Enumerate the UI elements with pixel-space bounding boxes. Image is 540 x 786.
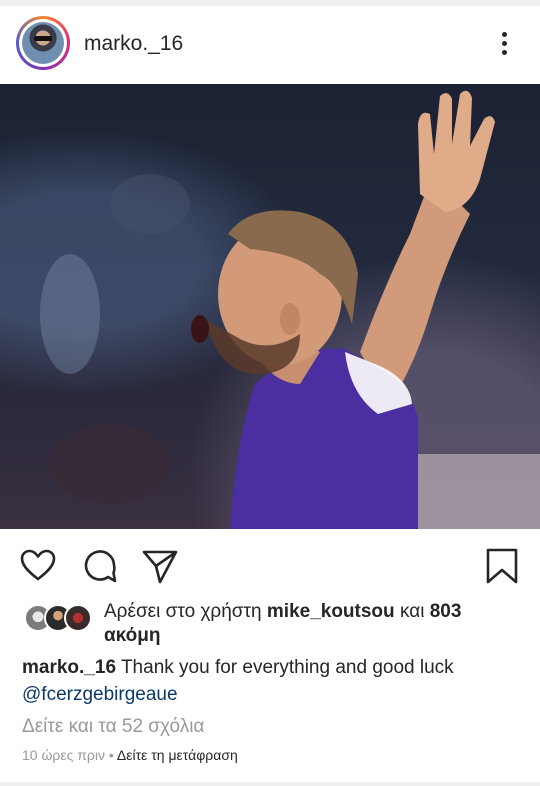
- avatar[interactable]: [16, 16, 70, 70]
- more-vertical-icon[interactable]: [494, 32, 514, 60]
- post-meta: 10 ώρες πριν • Δείτε τη μετάφραση: [22, 747, 238, 763]
- caption-mention[interactable]: @fcerzgebirgeaue: [22, 684, 178, 705]
- view-comments-link[interactable]: Δείτε και τα 52 σχόλια: [22, 716, 204, 738]
- timestamp: 10 ώρες πριν: [22, 747, 105, 763]
- meta-separator: •: [108, 747, 114, 763]
- caption-text: Thank you for everything and good luck: [120, 657, 454, 678]
- bottom-divider: [0, 782, 540, 786]
- like-count[interactable]: 803: [430, 601, 462, 622]
- post-image[interactable]: [0, 84, 540, 529]
- paper-plane-icon[interactable]: [140, 546, 180, 586]
- likes-text: Αρέσει στο χρήστη mike_koutsou και 803 α…: [104, 601, 462, 646]
- avatar: [64, 604, 92, 632]
- like-count-suffix[interactable]: ακόμη: [104, 625, 160, 646]
- likes-summary[interactable]: Αρέσει στο χρήστη mike_koutsou και 803 α…: [0, 600, 540, 650]
- comment-bubble-icon[interactable]: [80, 546, 120, 586]
- translate-link[interactable]: Δείτε τη μετάφραση: [117, 747, 238, 763]
- caption-username[interactable]: marko._16: [22, 657, 116, 678]
- liker-avatars: [24, 604, 98, 632]
- bookmark-outline-icon[interactable]: [482, 546, 522, 586]
- liker-username[interactable]: mike_koutsou: [267, 601, 395, 622]
- post-username[interactable]: marko._16: [84, 32, 183, 56]
- post-caption: marko._16 Thank you for everything and g…: [22, 654, 522, 708]
- post-header: marko._16: [0, 6, 540, 82]
- heart-outline-icon[interactable]: [18, 546, 58, 586]
- post-actions: [0, 540, 540, 590]
